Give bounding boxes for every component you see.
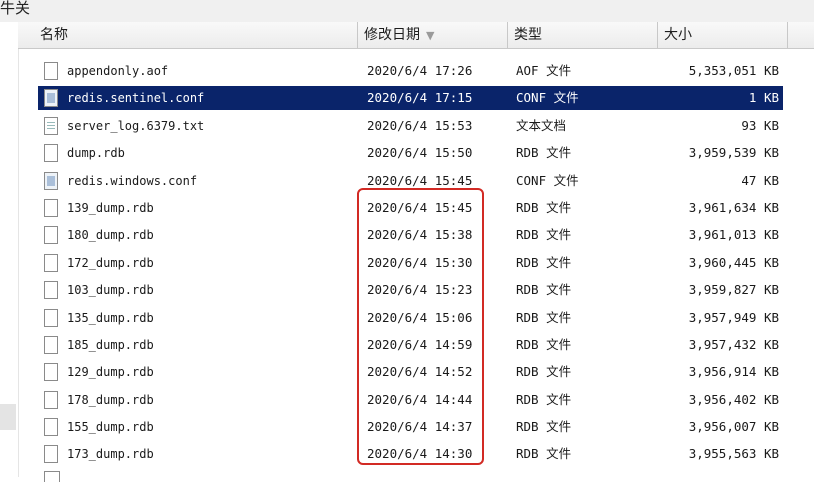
window-top-bar: 牛关	[0, 0, 814, 23]
file-icon	[44, 144, 58, 163]
file-type: CONF 文件	[516, 90, 579, 106]
file-size: 93 KB	[741, 117, 779, 133]
file-name: dump.rdb	[67, 146, 125, 161]
file-name: 172_dump.rdb	[67, 255, 154, 270]
file-type: RDB 文件	[516, 282, 572, 298]
file-row[interactable]: dump.rdb 2020/6/4 15:50 RDB 文件 3,959,539 KB	[18, 140, 814, 167]
file-size: 3,960,445 KB	[688, 254, 779, 270]
file-type: 文本文档	[516, 117, 567, 133]
file-type: RDB 文件	[516, 391, 572, 407]
file-name: redis.sentinel.conf	[67, 91, 205, 106]
file-size: 3,959,539 KB	[688, 145, 779, 161]
file-name: redis.windows.conf	[67, 173, 198, 188]
conf-file-icon	[44, 89, 58, 108]
file-name: 185_dump.rdb	[67, 337, 154, 352]
column-header-size[interactable]: 大小	[658, 22, 788, 48]
file-size: 3,956,007 KB	[688, 419, 779, 435]
file-icon	[44, 308, 58, 327]
file-size: 47 KB	[741, 172, 779, 188]
file-type: AOF 文件	[516, 63, 572, 78]
navigation-pane-scrollbar[interactable]	[0, 404, 16, 430]
file-type: RDB 文件	[516, 254, 572, 270]
file-icon	[44, 198, 58, 217]
file-icon	[44, 226, 58, 245]
file-type: RDB 文件	[516, 446, 572, 462]
file-name: 180_dump.rdb	[67, 228, 154, 243]
file-size: 3,956,914 KB	[688, 364, 779, 380]
file-modified-date: 2020/6/4 15:53	[367, 117, 473, 133]
file-type: RDB 文件	[516, 364, 572, 380]
window-title-fragment: 牛关	[0, 0, 31, 17]
column-header-name[interactable]: 名称	[18, 22, 358, 48]
file-type: CONF 文件	[516, 172, 579, 188]
file-type: RDB 文件	[516, 199, 572, 215]
column-header-date-label: 修改日期	[364, 27, 420, 43]
file-icon	[44, 418, 58, 437]
file-modified-date: 2020/6/4 17:26	[367, 63, 473, 78]
column-header-bar: 名称 修改日期 ▼ 类型 大小	[18, 22, 814, 49]
file-size: 3,961,634 KB	[688, 199, 779, 215]
file-icon	[44, 390, 58, 409]
file-name: 139_dump.rdb	[67, 200, 154, 215]
sort-descending-icon: ▼	[426, 29, 435, 42]
file-size: 3,957,432 KB	[688, 336, 779, 352]
file-row[interactable]: redis.sentinel.conf 2020/6/4 17:15 CONF 文件…	[18, 85, 814, 112]
file-size: 3,961,013 KB	[688, 227, 779, 243]
file-modified-date: 2020/6/4 17:15	[367, 90, 473, 106]
file-icon	[44, 62, 58, 80]
file-name: 103_dump.rdb	[67, 283, 154, 298]
navigation-pane	[0, 22, 19, 477]
file-row[interactable]: appendonly.aof 2020/6/4 17:26 AOF 文件 5,353,…	[18, 58, 814, 85]
file-name: 155_dump.rdb	[67, 420, 154, 435]
file-modified-date: 2020/6/4 15:50	[367, 145, 473, 161]
file-icon	[44, 253, 58, 272]
column-header-type-label: 类型	[514, 27, 542, 43]
file-row[interactable]: server_log.6379.txt 2020/6/4 15:53 文本文档 93 …	[18, 113, 814, 140]
file-type: RDB 文件	[516, 145, 572, 161]
file-name: 173_dump.rdb	[67, 447, 154, 462]
file-type: RDB 文件	[516, 309, 572, 325]
column-header-size-label: 大小	[664, 27, 692, 43]
file-icon	[44, 335, 58, 354]
file-name: server_log.6379.txt	[67, 118, 205, 133]
file-name: appendonly.aof	[67, 64, 169, 78]
file-name: 135_dump.rdb	[67, 310, 154, 325]
column-header-name-label: 名称	[40, 27, 68, 43]
file-icon	[44, 281, 58, 300]
file-size: 3,955,563 KB	[688, 446, 779, 462]
file-icon	[44, 445, 58, 464]
date-highlight-annotation	[357, 188, 484, 465]
file-type: RDB 文件	[516, 336, 572, 352]
file-size: 1 KB	[748, 90, 779, 106]
column-header-modified-date[interactable]: 修改日期 ▼	[358, 22, 508, 48]
conf-file-icon	[44, 171, 58, 190]
column-header-type[interactable]: 类型	[508, 22, 658, 48]
file-size: 3,959,827 KB	[688, 282, 779, 298]
file-name: 178_dump.rdb	[67, 392, 154, 407]
file-size: 3,957,949 KB	[688, 309, 779, 325]
file-size: 3,956,402 KB	[688, 391, 779, 407]
file-type: RDB 文件	[516, 227, 572, 243]
file-size: 5,353,051 KB	[688, 63, 779, 78]
text-file-icon	[44, 116, 58, 135]
file-name: 129_dump.rdb	[67, 365, 154, 380]
file-icon	[44, 363, 58, 382]
file-type: RDB 文件	[516, 419, 572, 435]
